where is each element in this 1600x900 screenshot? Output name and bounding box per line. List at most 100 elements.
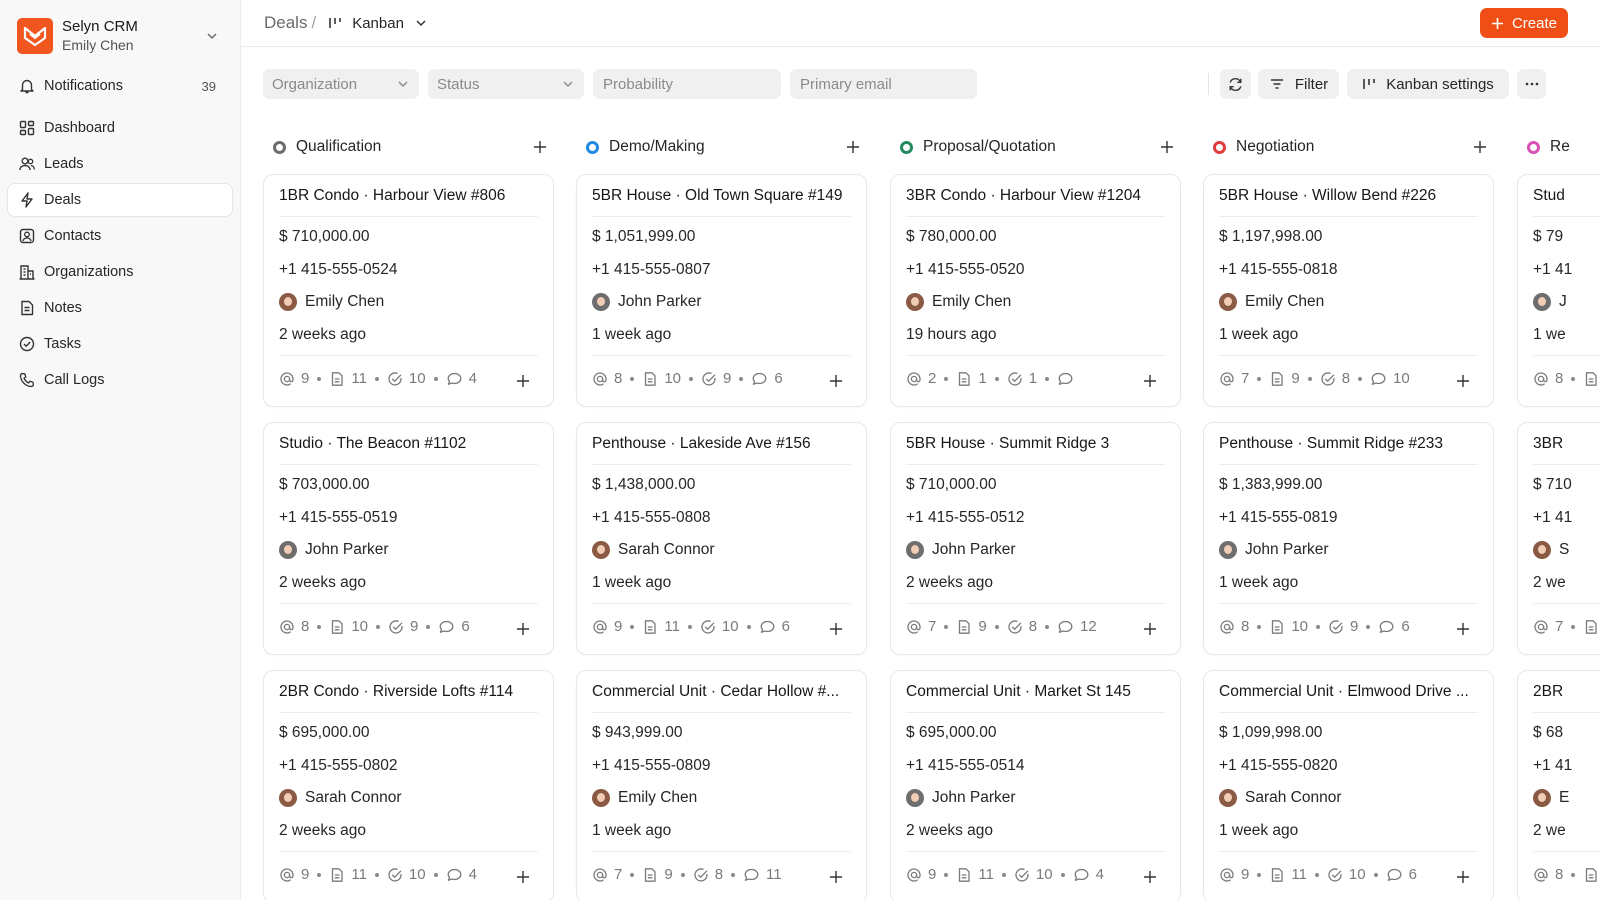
sidebar-item-leads[interactable]: Leads (8, 148, 232, 180)
task-count-value: 10 (1348, 866, 1366, 883)
card-add-button[interactable] (1142, 869, 1158, 885)
mention-icon (1220, 371, 1234, 386)
check-circle-icon (19, 336, 35, 352)
deal-card[interactable]: 2BR $ 68 +1 41 E 2 we 8 (1517, 670, 1600, 900)
column-add-button[interactable] (1472, 139, 1488, 155)
sidebar-item-dashboard[interactable]: Dashboard (8, 112, 232, 144)
deal-time: 2 weeks ago (906, 574, 994, 591)
card-add-button[interactable] (1455, 869, 1471, 885)
deal-owner: E (1533, 789, 1569, 807)
sidebar-item-tasks[interactable]: Tasks (8, 328, 232, 360)
deal-card[interactable]: Penthouse · Summit Ridge #233 $ 1,383,999… (1203, 422, 1494, 655)
card-add-button[interactable] (828, 373, 844, 389)
sidebar-item-notes[interactable]: Notes (8, 292, 232, 324)
refresh-button[interactable] (1220, 69, 1251, 99)
card-add-button[interactable] (828, 621, 844, 637)
deal-card[interactable]: Commercial Unit · Market St 145 $ 695,000… (890, 670, 1181, 900)
sidebar-item-organizations[interactable]: Organizations (8, 256, 232, 288)
separator-dot (1571, 376, 1576, 381)
separator-dot (944, 872, 949, 877)
deal-card[interactable]: 5BR House · Summit Ridge 3 $ 710,000.00 +1… (890, 422, 1181, 655)
separator-dot (739, 376, 744, 381)
column-add-button[interactable] (532, 139, 548, 155)
comment-count: 12 (1057, 618, 1097, 635)
deal-card[interactable]: 5BR House · Old Town Square #149 $ 1,051,… (576, 174, 867, 407)
check-circle-icon (389, 619, 403, 634)
plus-icon (1161, 141, 1173, 153)
note-count: 11 (1269, 866, 1307, 883)
filter-button[interactable]: Filter (1258, 69, 1339, 99)
deal-owner: Sarah Connor (279, 789, 402, 807)
card-add-button[interactable] (1142, 373, 1158, 389)
column-add-button[interactable] (1159, 139, 1175, 155)
deal-owner: Emily Chen (1219, 293, 1324, 311)
deal-card[interactable]: 3BR Condo · Harbour View #1204 $ 780,000.… (890, 174, 1181, 407)
comment-count: 11 (743, 866, 782, 883)
column-title: Demo/Making (609, 138, 705, 155)
email-count: 9 (279, 370, 309, 387)
sidebar-item-call-logs[interactable]: Call Logs (8, 364, 232, 396)
deal-card[interactable]: Penthouse · Lakeside Ave #156 $ 1,438,000… (576, 422, 867, 655)
check-circle-icon (701, 619, 715, 634)
comment-count: 4 (446, 370, 477, 387)
deal-card[interactable]: 3BR $ 710 +1 41 S 2 we 7 (1517, 422, 1600, 655)
task-count: 10 (387, 866, 426, 883)
status-select[interactable]: Status (428, 69, 584, 99)
card-add-button[interactable] (1142, 621, 1158, 637)
note-count-value: 10 (664, 370, 682, 387)
view-switcher[interactable]: Kanban (328, 15, 438, 32)
card-divider (906, 712, 1165, 713)
sidebar-item-label: Notes (44, 300, 82, 316)
more-options-button[interactable] (1517, 69, 1546, 99)
card-add-button[interactable] (1455, 621, 1471, 637)
current-user-name: Emily Chen (62, 37, 134, 53)
deal-title: 1BR Condo · Harbour View #806 (279, 187, 506, 204)
sidebar-item-notifications[interactable]: Notifications 39 (8, 70, 232, 102)
task-count: 10 (700, 618, 739, 635)
card-add-button[interactable] (828, 869, 844, 885)
card-divider (1533, 464, 1600, 465)
card-add-button[interactable] (1455, 373, 1471, 389)
deal-time: 2 weeks ago (906, 822, 994, 839)
email-count-value: 9 (301, 866, 310, 883)
card-add-button[interactable] (515, 373, 531, 389)
deal-card[interactable]: 1BR Condo · Harbour View #806 $ 710,000.0… (263, 174, 554, 407)
deal-phone: +1 415-555-0809 (592, 757, 711, 774)
deal-phone: +1 415-555-0818 (1219, 261, 1338, 278)
deal-card[interactable]: Commercial Unit · Cedar Hollow #... $ 943… (576, 670, 867, 900)
plus-icon (1457, 623, 1469, 635)
separator-dot (1045, 624, 1050, 629)
organization-select[interactable]: Organization (263, 69, 419, 99)
workspace-switcher[interactable]: Selyn CRM Emily Chen (17, 16, 232, 56)
card-divider (1219, 355, 1478, 356)
deal-card[interactable]: 2BR Condo · Riverside Lofts #114 $ 695,00… (263, 670, 554, 900)
task-count-value: 9 (1350, 618, 1359, 635)
kanban-column-demo: Demo/Making 5BR House · Old Town Square #… (576, 132, 867, 900)
sidebar-item-contacts[interactable]: Contacts (8, 220, 232, 252)
sidebar-item-deals[interactable]: Deals (8, 184, 232, 216)
deal-card[interactable]: Stud $ 79 +1 41 J 1 we 8 (1517, 174, 1600, 407)
create-button[interactable]: Create (1479, 8, 1568, 38)
note-icon (1586, 619, 1597, 634)
task-count-value: 10 (408, 866, 426, 883)
owner-name: Emily Chen (305, 293, 385, 310)
owner-name: Sarah Connor (305, 789, 402, 806)
separator-dot (630, 872, 635, 877)
deal-card[interactable]: Studio · The Beacon #1102 $ 703,000.00 +1 … (263, 422, 554, 655)
deal-owner: Sarah Connor (1219, 789, 1342, 807)
breadcrumb-deals[interactable]: Deals (264, 13, 307, 33)
note-count: 10 (642, 370, 681, 387)
column-add-button[interactable] (845, 139, 861, 155)
deal-card[interactable]: Commercial Unit · Elmwood Drive ... $ 1,0… (1203, 670, 1494, 900)
mention-icon (907, 619, 921, 634)
deal-amount: $ 1,197,998.00 (1219, 228, 1323, 245)
comment-count-value: 11 (766, 866, 782, 883)
deal-card[interactable]: 5BR House · Willow Bend #226 $ 1,197,998.… (1203, 174, 1494, 407)
card-add-button[interactable] (515, 869, 531, 885)
probability-input[interactable] (593, 69, 781, 99)
primary-email-input[interactable] (790, 69, 977, 99)
kanban-settings-button[interactable]: Kanban settings (1347, 69, 1509, 99)
card-add-button[interactable] (515, 621, 531, 637)
deal-owner: S (1533, 541, 1569, 559)
check-circle-icon (388, 371, 402, 386)
